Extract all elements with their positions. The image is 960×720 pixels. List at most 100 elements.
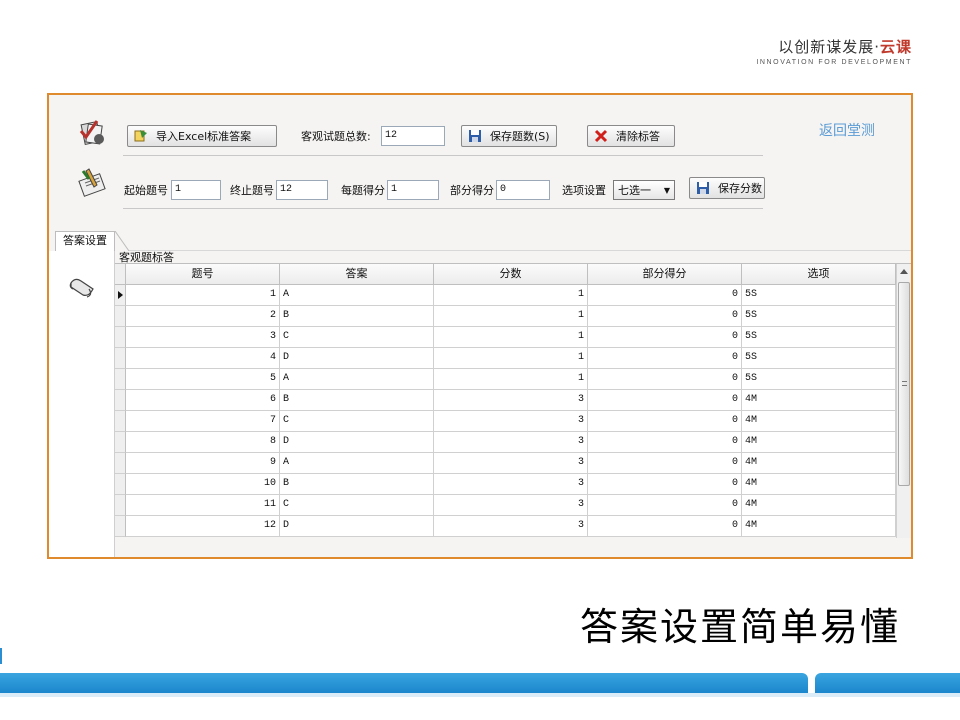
table-row[interactable]: 11 C 3 0 4M bbox=[115, 495, 896, 516]
cell-option[interactable]: 4M bbox=[742, 453, 896, 474]
cell-score[interactable]: 3 bbox=[434, 474, 588, 495]
cell-score[interactable]: 3 bbox=[434, 453, 588, 474]
cell-partial[interactable]: 0 bbox=[588, 411, 742, 432]
row-selector[interactable] bbox=[115, 432, 126, 453]
row-selector[interactable] bbox=[115, 327, 126, 348]
vertical-scrollbar[interactable] bbox=[896, 264, 911, 538]
cell-partial[interactable]: 0 bbox=[588, 390, 742, 411]
row-selector[interactable] bbox=[115, 369, 126, 390]
table-row[interactable]: 2 B 1 0 5S bbox=[115, 306, 896, 327]
cell-option[interactable]: 4M bbox=[742, 411, 896, 432]
save-score-button[interactable]: 保存分数 bbox=[689, 177, 765, 199]
cell-answer[interactable]: B bbox=[280, 390, 434, 411]
row-selector[interactable] bbox=[115, 390, 126, 411]
cell-option[interactable]: 4M bbox=[742, 432, 896, 453]
row-selector[interactable] bbox=[115, 453, 126, 474]
partial-score-input[interactable]: 0 bbox=[496, 180, 550, 200]
cell-option[interactable]: 5S bbox=[742, 285, 896, 306]
cell-option[interactable]: 4M bbox=[742, 390, 896, 411]
cell-number[interactable]: 12 bbox=[126, 516, 280, 537]
cell-option[interactable]: 5S bbox=[742, 348, 896, 369]
cell-number[interactable]: 5 bbox=[126, 369, 280, 390]
cell-option[interactable]: 4M bbox=[742, 474, 896, 495]
cell-answer[interactable]: D bbox=[280, 432, 434, 453]
cell-answer[interactable]: A bbox=[280, 453, 434, 474]
cell-score[interactable]: 3 bbox=[434, 411, 588, 432]
scroll-up-icon[interactable] bbox=[900, 269, 908, 274]
table-row[interactable]: 1 A 1 0 5S bbox=[115, 285, 896, 306]
cell-option[interactable]: 5S bbox=[742, 369, 896, 390]
cell-score[interactable]: 1 bbox=[434, 306, 588, 327]
cell-partial[interactable]: 0 bbox=[588, 432, 742, 453]
cell-number[interactable]: 8 bbox=[126, 432, 280, 453]
save-count-button[interactable]: 保存题数(S) bbox=[461, 125, 557, 147]
cell-option[interactable]: 5S bbox=[742, 306, 896, 327]
import-excel-button[interactable]: 导入Excel标准答案 bbox=[127, 125, 277, 147]
cell-answer[interactable]: D bbox=[280, 348, 434, 369]
cell-partial[interactable]: 0 bbox=[588, 474, 742, 495]
cell-answer[interactable]: C bbox=[280, 495, 434, 516]
table-row[interactable]: 12 D 3 0 4M bbox=[115, 516, 896, 537]
row-selector[interactable] bbox=[115, 474, 126, 495]
cell-partial[interactable]: 0 bbox=[588, 306, 742, 327]
table-row[interactable]: 7 C 3 0 4M bbox=[115, 411, 896, 432]
cell-score[interactable]: 3 bbox=[434, 432, 588, 453]
clear-answers-button[interactable]: 清除标答 bbox=[587, 125, 675, 147]
cell-answer[interactable]: D bbox=[280, 516, 434, 537]
row-selector[interactable] bbox=[115, 306, 126, 327]
cell-number[interactable]: 2 bbox=[126, 306, 280, 327]
end-number-input[interactable]: 12 bbox=[276, 180, 328, 200]
column-header-answer[interactable]: 答案 bbox=[280, 264, 434, 285]
cell-number[interactable]: 9 bbox=[126, 453, 280, 474]
cell-partial[interactable]: 0 bbox=[588, 285, 742, 306]
cell-number[interactable]: 11 bbox=[126, 495, 280, 516]
cell-answer[interactable]: C bbox=[280, 327, 434, 348]
row-selector[interactable] bbox=[115, 516, 126, 537]
column-header-score[interactable]: 分数 bbox=[434, 264, 588, 285]
cell-answer[interactable]: C bbox=[280, 411, 434, 432]
cell-score[interactable]: 3 bbox=[434, 516, 588, 537]
table-row[interactable]: 8 D 3 0 4M bbox=[115, 432, 896, 453]
cell-number[interactable]: 6 bbox=[126, 390, 280, 411]
column-header-partial[interactable]: 部分得分 bbox=[588, 264, 742, 285]
column-header-option[interactable]: 选项 bbox=[742, 264, 896, 285]
return-to-quiz-link[interactable]: 返回堂测 bbox=[819, 120, 875, 140]
cell-answer[interactable]: A bbox=[280, 369, 434, 390]
cell-option[interactable]: 5S bbox=[742, 327, 896, 348]
row-selector[interactable] bbox=[115, 411, 126, 432]
table-row[interactable]: 10 B 3 0 4M bbox=[115, 474, 896, 495]
row-selector[interactable] bbox=[115, 495, 126, 516]
score-per-question-input[interactable]: 1 bbox=[387, 180, 439, 200]
cell-score[interactable]: 1 bbox=[434, 369, 588, 390]
cell-answer[interactable]: B bbox=[280, 474, 434, 495]
cell-answer[interactable]: A bbox=[280, 285, 434, 306]
cell-score[interactable]: 1 bbox=[434, 327, 588, 348]
table-row[interactable]: 9 A 3 0 4M bbox=[115, 453, 896, 474]
total-count-input[interactable]: 12 bbox=[381, 126, 445, 146]
cell-score[interactable]: 1 bbox=[434, 348, 588, 369]
start-number-input[interactable]: 1 bbox=[171, 180, 221, 200]
cell-score[interactable]: 1 bbox=[434, 285, 588, 306]
cell-score[interactable]: 3 bbox=[434, 495, 588, 516]
option-setting-select[interactable]: 七选一 ▼ bbox=[613, 180, 675, 200]
tab-answer-settings[interactable]: 答案设置 bbox=[55, 231, 115, 251]
cell-partial[interactable]: 0 bbox=[588, 516, 742, 537]
cell-number[interactable]: 10 bbox=[126, 474, 280, 495]
cell-number[interactable]: 1 bbox=[126, 285, 280, 306]
table-row[interactable]: 6 B 3 0 4M bbox=[115, 390, 896, 411]
table-row[interactable]: 3 C 1 0 5S bbox=[115, 327, 896, 348]
table-row[interactable]: 4 D 1 0 5S bbox=[115, 348, 896, 369]
cell-partial[interactable]: 0 bbox=[588, 453, 742, 474]
cell-partial[interactable]: 0 bbox=[588, 327, 742, 348]
cell-partial[interactable]: 0 bbox=[588, 495, 742, 516]
scroll-thumb[interactable] bbox=[898, 282, 910, 486]
cell-option[interactable]: 4M bbox=[742, 516, 896, 537]
cell-partial[interactable]: 0 bbox=[588, 348, 742, 369]
cell-number[interactable]: 3 bbox=[126, 327, 280, 348]
cell-option[interactable]: 4M bbox=[742, 495, 896, 516]
cell-answer[interactable]: B bbox=[280, 306, 434, 327]
cell-number[interactable]: 7 bbox=[126, 411, 280, 432]
table-row[interactable]: 5 A 1 0 5S bbox=[115, 369, 896, 390]
cell-number[interactable]: 4 bbox=[126, 348, 280, 369]
column-header-number[interactable]: 题号 bbox=[126, 264, 280, 285]
